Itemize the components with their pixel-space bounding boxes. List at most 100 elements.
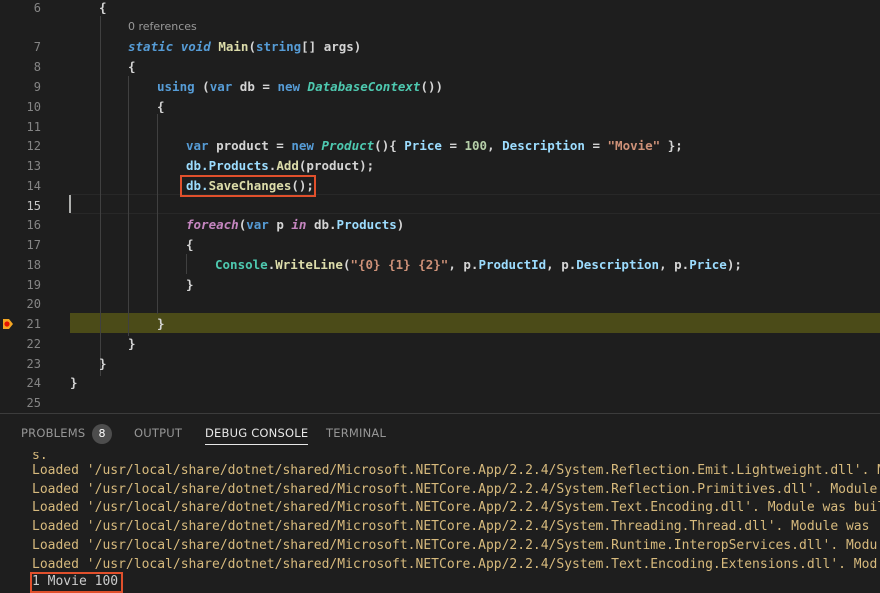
token: string (255, 39, 302, 54)
token: "Movie" (607, 138, 661, 153)
token: Product (321, 138, 375, 153)
debug-console-output[interactable]: s. Loaded '/usr/local/share/dotnet/share… (0, 452, 880, 593)
token: foreach (186, 217, 239, 232)
token: , p. (659, 257, 690, 272)
console-line: Loaded '/usr/local/share/dotnet/shared/M… (32, 519, 870, 534)
indent-guide (186, 254, 187, 274)
code-line-13: db.Products.Add(product); (186, 158, 374, 173)
code-line-19: } (186, 277, 194, 292)
token: WriteLine (275, 257, 343, 272)
token: 100 (464, 138, 488, 153)
breakpoint-paused-icon[interactable] (2, 318, 14, 330)
token: var (186, 138, 209, 153)
line-number: 9 (33, 80, 41, 94)
token: DatabaseContext (307, 79, 421, 94)
output-highlight-box (30, 572, 123, 593)
tab-output[interactable]: OUTPUT (134, 426, 182, 440)
line-number: 11 (26, 120, 41, 134)
line-number: 14 (26, 179, 41, 193)
line-number: 22 (26, 337, 41, 351)
codelens-references[interactable]: 0 references (128, 20, 197, 33)
code-editor[interactable]: 6 7 8 9 10 11 12 13 14 15 16 17 18 19 20… (0, 0, 880, 413)
console-line: Loaded '/usr/local/share/dotnet/shared/M… (32, 500, 880, 515)
line-number: 10 (26, 100, 41, 114)
code-line-10: { (157, 99, 165, 114)
indent-guide (128, 76, 129, 336)
token: Console (215, 257, 268, 272)
code-line-18: Console.WriteLine("{0} {1} {2}", p.Produ… (215, 257, 742, 272)
console-line: Loaded '/usr/local/share/dotnet/shared/M… (32, 538, 878, 553)
code-line-23: } (99, 356, 107, 371)
code-line-7: static void Main(string[] args) (128, 39, 361, 54)
token: } (128, 336, 136, 351)
line-number: 12 (26, 139, 41, 153)
indent-guide (100, 16, 101, 376)
line-number: 21 (26, 317, 41, 331)
token: } (70, 375, 78, 390)
token: Description (576, 257, 660, 272)
tab-problems[interactable]: PROBLEMS (21, 426, 85, 440)
token: { (186, 237, 194, 252)
line-number: 7 (33, 40, 41, 54)
token: (){ (374, 138, 405, 153)
token: static (128, 39, 174, 54)
code-line-21: } (157, 316, 165, 331)
token: new (291, 138, 314, 153)
line-number: 18 (26, 258, 41, 272)
token: in (291, 217, 307, 232)
line-number: 23 (26, 357, 41, 371)
line-number: 20 (26, 297, 41, 311)
token: "{0} {1} {2}" (350, 257, 449, 272)
token: [] args) (301, 39, 362, 54)
panel-tabs: PROBLEMS 8 OUTPUT DEBUG CONSOLE TERMINAL (0, 414, 880, 452)
code-line-12: var product = new Product(){ Price = 100… (186, 138, 683, 153)
problems-count-badge: 8 (92, 424, 112, 444)
token: using (157, 79, 195, 94)
token: } (99, 356, 107, 371)
code-line-24: } (70, 375, 78, 390)
code-line-6: { (99, 0, 107, 15)
line-number: 13 (26, 159, 41, 173)
console-line: s. (32, 452, 48, 463)
code-line-22: } (128, 336, 136, 351)
token: Price (404, 138, 442, 153)
token: } (186, 277, 194, 292)
current-line-highlight (70, 194, 880, 214)
token: = (441, 138, 465, 153)
line-number: 8 (33, 60, 41, 74)
tab-debug-console[interactable]: DEBUG CONSOLE (205, 426, 309, 445)
line-number: 16 (26, 218, 41, 232)
token: p (268, 217, 292, 232)
token: ) (396, 217, 405, 232)
code-line-8: { (128, 59, 136, 74)
token: db. (306, 217, 337, 232)
console-line: Loaded '/usr/local/share/dotnet/shared/M… (32, 463, 880, 478)
tab-terminal[interactable]: TERMINAL (326, 426, 386, 440)
token: db = (232, 79, 278, 94)
code-line-16: foreach(var p in db.Products) (186, 217, 404, 232)
token: ( (248, 39, 256, 54)
token: var (246, 217, 269, 232)
code-line-17: { (186, 237, 194, 252)
token: }; (660, 138, 683, 153)
token: ( (194, 79, 210, 94)
token: , p. (448, 257, 479, 272)
line-number: 15 (26, 199, 41, 213)
token: ()) (420, 79, 444, 94)
console-line: Loaded '/usr/local/share/dotnet/shared/M… (32, 557, 878, 572)
code-line-9: using (var db = new DatabaseContext()) (157, 79, 443, 94)
token: ProductId (478, 257, 547, 272)
token: Add (276, 158, 299, 173)
token: } (157, 316, 165, 331)
console-line: Loaded '/usr/local/share/dotnet/shared/M… (32, 482, 878, 497)
token: Products (208, 158, 269, 173)
line-number: 6 (33, 1, 41, 15)
token: { (99, 0, 107, 15)
token: ); (726, 257, 742, 272)
bottom-panel: PROBLEMS 8 OUTPUT DEBUG CONSOLE TERMINAL… (0, 413, 880, 593)
indent-guide (157, 114, 158, 314)
token: Main (218, 39, 249, 54)
token: , (487, 138, 503, 153)
paused-line-highlight (70, 313, 880, 333)
token: { (128, 59, 136, 74)
